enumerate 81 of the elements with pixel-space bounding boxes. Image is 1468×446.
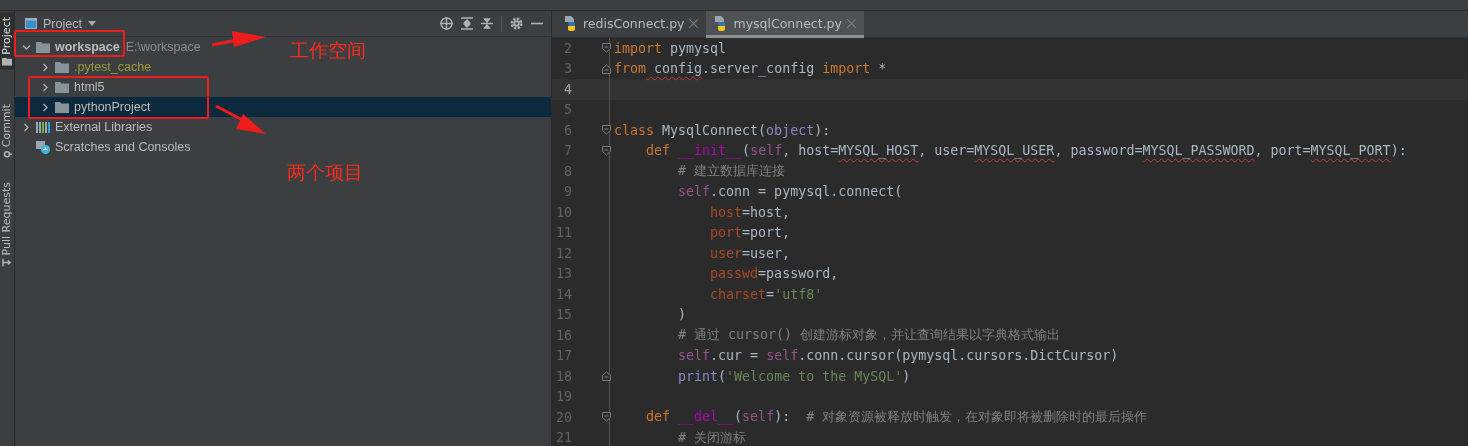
caret-icon <box>87 21 96 26</box>
code-line: ) <box>677 307 687 323</box>
locate-icon[interactable] <box>440 17 453 30</box>
libraries-icon <box>36 121 50 133</box>
folder-icon <box>55 61 69 73</box>
line-number: 5 <box>563 102 572 118</box>
commit-icon <box>2 149 12 158</box>
chevron-right-icon[interactable] <box>40 62 50 72</box>
folder-icon <box>55 81 69 93</box>
code-line: host=host, <box>709 204 791 220</box>
side-tab[interactable]: Commit <box>0 99 14 162</box>
line-number: 13 <box>555 266 572 282</box>
line-number: 9 <box>563 184 572 200</box>
code-line: # 通过 cursor() 创建游标对象，并让查询结果以字典格式输出 <box>677 326 1061 345</box>
tree-item[interactable]: workspace E:\workspace <box>20 37 201 57</box>
line-number: 7 <box>563 143 572 159</box>
tree-item[interactable]: html5 <box>39 77 105 97</box>
chevron-right-icon[interactable] <box>40 102 50 112</box>
code-line: self.conn = pymysql.connect( <box>677 184 903 200</box>
folder-icon <box>36 41 50 53</box>
annotation-label: 两个项目 <box>287 160 363 185</box>
folder-icon <box>55 101 69 113</box>
fold-marker-icon[interactable] <box>602 63 611 74</box>
chevron-right-icon[interactable] <box>21 122 31 132</box>
line-number: 14 <box>555 286 572 302</box>
code-line: port=port, <box>709 225 791 241</box>
project-view-dropdown[interactable]: Project <box>25 16 96 31</box>
line-number: 4 <box>563 81 572 97</box>
fold-marker-icon[interactable] <box>602 125 611 136</box>
line-number: 21 <box>555 430 572 446</box>
line-number: 20 <box>555 409 572 425</box>
fold-marker-icon[interactable] <box>602 412 611 423</box>
code-line: print('Welcome to the MySQL') <box>677 368 911 384</box>
side-tab[interactable]: Pull Requests <box>0 177 14 271</box>
expand-all-icon[interactable] <box>461 17 473 30</box>
line-number: 11 <box>555 225 572 241</box>
code-line: def __del__(self): # 对象资源被释放时触发，在对象即将被删除时的最后操作 <box>645 408 1148 427</box>
tree-item[interactable]: External Libraries <box>20 117 153 137</box>
tree-item[interactable]: Scratches and Consoles <box>20 137 191 157</box>
line-number: 17 <box>555 348 572 364</box>
code-line: user=user, <box>709 245 791 261</box>
code-line: charset='utf8' <box>709 286 823 302</box>
file-tab[interactable]: redisConnect.py <box>556 11 707 38</box>
side-tab[interactable]: Project <box>0 13 14 70</box>
chevron-right-icon[interactable] <box>40 82 50 92</box>
pull-request-icon <box>2 258 12 267</box>
line-number: 3 <box>563 61 572 77</box>
line-number: 16 <box>555 327 572 343</box>
tree-item[interactable]: .pytest_cache <box>39 57 152 77</box>
code-line: class MysqlConnect(object): <box>614 122 831 138</box>
arrow <box>215 104 266 134</box>
line-number: 18 <box>555 368 572 384</box>
line-number: 8 <box>563 163 572 179</box>
fold-marker-icon[interactable] <box>602 371 611 382</box>
code-line: self.cur = self.conn.cursor(pymysql.cursors.DictCursor) <box>677 348 1119 364</box>
code-line: passwd=password, <box>709 266 839 282</box>
line-number: 19 <box>555 389 572 405</box>
line-number: 15 <box>555 307 572 323</box>
annotation-label: 工作空间 <box>290 38 366 63</box>
code-line: # 关闭游标 <box>677 428 747 446</box>
tree-item[interactable]: pythonProject <box>39 97 151 117</box>
code-line: # 建立数据库连接 <box>677 162 786 181</box>
code-line: import pymysql <box>614 40 727 56</box>
code-line: from config.server_config import * <box>614 61 887 77</box>
arrow <box>211 31 266 47</box>
close-icon[interactable] <box>689 18 699 28</box>
settings-icon[interactable] <box>510 17 523 30</box>
code-line: def __init__(self, host=MYSQL_HOST, user=MYSQL_USER, password=MYSQL_PASSWORD, port=MYSQL_PORT): <box>645 143 1407 159</box>
line-number: 10 <box>555 204 572 220</box>
fold-marker-icon[interactable] <box>602 43 611 54</box>
window-icon <box>25 18 37 29</box>
chevron-down-icon[interactable] <box>21 42 31 52</box>
scratches-icon <box>36 140 50 154</box>
line-number: 6 <box>563 122 572 138</box>
collapse-all-icon[interactable] <box>481 17 493 30</box>
line-number: 12 <box>555 245 572 261</box>
file-tab[interactable]: mysqlConnect.py <box>706 11 864 38</box>
line-number: 2 <box>563 40 572 56</box>
folder-icon <box>2 57 12 66</box>
python-file-icon <box>564 15 578 31</box>
fold-marker-icon[interactable] <box>602 145 611 156</box>
